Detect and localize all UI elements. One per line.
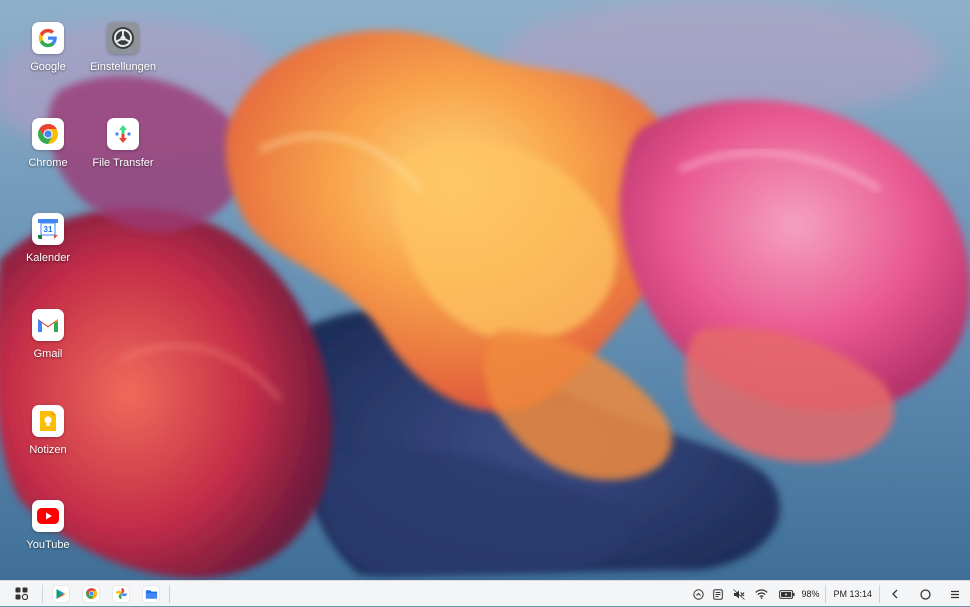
wifi-icon bbox=[755, 589, 768, 599]
desktop-icon-notizen[interactable]: Notizen bbox=[8, 405, 88, 456]
volume-button[interactable] bbox=[728, 581, 750, 607]
calendar-icon: 31 bbox=[32, 213, 64, 245]
gmail-icon bbox=[32, 309, 64, 341]
desktop-icon-label: Chrome bbox=[28, 157, 68, 169]
battery-indicator[interactable] bbox=[776, 581, 798, 607]
taskbar-divider bbox=[169, 584, 170, 603]
wifi-button[interactable] bbox=[750, 581, 772, 607]
desktop-icon-label: YouTube bbox=[26, 539, 70, 551]
recents-menu-button[interactable] bbox=[940, 581, 970, 607]
desktop-icon-label: Gmail bbox=[33, 348, 63, 360]
play-store-icon[interactable] bbox=[53, 585, 69, 602]
app-launcher-button[interactable] bbox=[0, 581, 42, 607]
clock[interactable]: PM 13:14 bbox=[833, 589, 872, 599]
desktop-icon-youtube[interactable]: YouTube bbox=[8, 500, 88, 551]
menu-icon bbox=[951, 590, 959, 598]
taskbar-divider bbox=[825, 585, 827, 603]
desktop-icon-gmail[interactable]: Gmail bbox=[8, 309, 88, 360]
chrome-icon bbox=[32, 118, 64, 150]
google-icon bbox=[32, 22, 64, 54]
notes-icon bbox=[713, 588, 724, 600]
back-button[interactable] bbox=[880, 581, 910, 607]
volume-muted-icon bbox=[733, 588, 746, 600]
youtube-icon bbox=[32, 500, 64, 532]
back-chevron-icon bbox=[892, 589, 898, 599]
system-tray: 98% PM 13:14 bbox=[688, 581, 970, 607]
expand-tray-button[interactable] bbox=[688, 581, 708, 607]
chevron-up-circle-icon bbox=[693, 588, 704, 600]
desktop-icon-einstellungen[interactable]: Einstellungen bbox=[83, 22, 163, 73]
desktop-icon-file-transfer[interactable]: File Transfer bbox=[83, 118, 163, 169]
pinned-apps bbox=[53, 585, 159, 602]
desktop-icon-chrome[interactable]: Chrome bbox=[8, 118, 88, 169]
home-button[interactable] bbox=[910, 581, 940, 607]
battery-percent: 98% bbox=[801, 589, 820, 599]
desktop-icon-label: Kalender bbox=[25, 252, 71, 264]
taskbar: 98% PM 13:14 bbox=[0, 580, 970, 606]
desktop-icon-label: Einstellungen bbox=[89, 61, 157, 73]
files-icon[interactable] bbox=[143, 585, 159, 602]
settings-icon bbox=[107, 22, 139, 54]
app-grid-icon bbox=[15, 587, 28, 600]
file-transfer-icon bbox=[107, 118, 139, 150]
desktop-icon-label: File Transfer bbox=[92, 157, 154, 169]
photos-icon[interactable] bbox=[113, 585, 129, 602]
taskbar-divider bbox=[42, 584, 43, 603]
desktop-icon-kalender[interactable]: 31 Kalender bbox=[8, 213, 88, 264]
desktop-icon-label: Google bbox=[30, 61, 66, 73]
desktop-wallpaper bbox=[0, 0, 970, 580]
desktop-icon-google[interactable]: Google bbox=[8, 22, 88, 73]
home-circle-icon bbox=[919, 588, 931, 600]
chrome-icon[interactable] bbox=[83, 585, 99, 602]
battery-charging-icon bbox=[779, 589, 796, 599]
calendar-day-badge: 31 bbox=[43, 224, 53, 234]
keep-notes-icon bbox=[32, 405, 64, 437]
desktop-icon-label: Notizen bbox=[29, 444, 67, 456]
notes-tray-button[interactable] bbox=[708, 581, 728, 607]
